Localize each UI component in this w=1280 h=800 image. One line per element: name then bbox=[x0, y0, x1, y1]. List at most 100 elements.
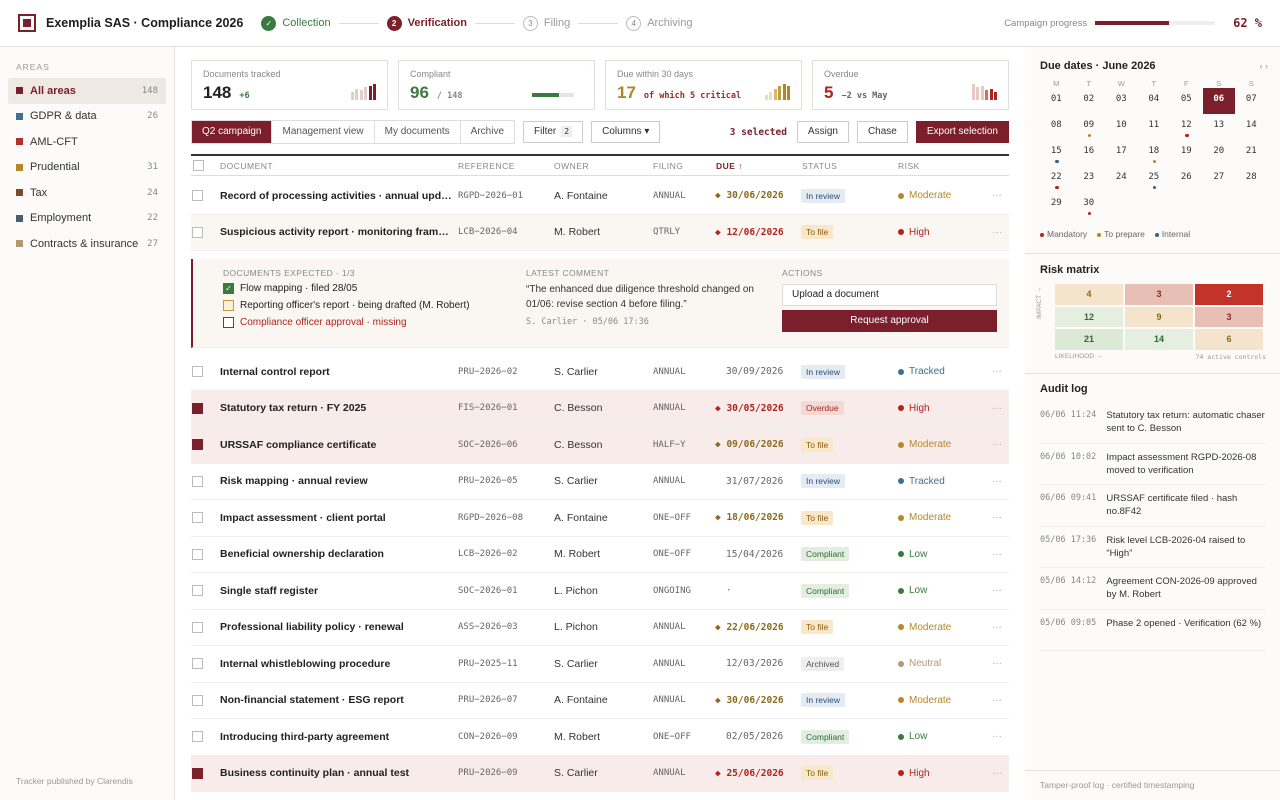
table-row[interactable]: Risk mapping · annual review PRU−2026−05 S… bbox=[191, 464, 1009, 500]
table-row[interactable]: Internal control report PRU−2026−02 S. Car… bbox=[191, 354, 1009, 391]
row-checkbox[interactable] bbox=[192, 366, 203, 378]
more-actions-icon[interactable]: ··· bbox=[992, 549, 1002, 560]
calendar-day[interactable]: 26 bbox=[1170, 166, 1203, 192]
document-name[interactable]: Risk mapping · annual review bbox=[220, 475, 452, 487]
assign-button[interactable]: Assign bbox=[796, 121, 849, 143]
row-checkbox[interactable] bbox=[192, 439, 203, 451]
request-approval-button[interactable]: Request approval bbox=[782, 310, 997, 332]
col-owner[interactable]: OWNER bbox=[554, 161, 589, 171]
tab-management-view[interactable]: Management view bbox=[272, 121, 375, 143]
filter-button[interactable]: Filter 2 bbox=[523, 121, 584, 143]
export-selection-button[interactable]: Export selection bbox=[915, 121, 1009, 143]
more-actions-icon[interactable]: ··· bbox=[992, 227, 1002, 238]
calendar-day[interactable]: 01 bbox=[1040, 88, 1073, 114]
tab-my-documents[interactable]: My documents bbox=[375, 121, 461, 143]
document-name[interactable]: Professional liability policy · renewal bbox=[220, 621, 452, 633]
doc-state-checkbox[interactable] bbox=[223, 317, 234, 328]
document-name[interactable]: Non-financial statement · ESG report bbox=[220, 694, 452, 706]
document-name[interactable]: Beneficial ownership declaration bbox=[220, 548, 452, 560]
document-name[interactable]: Internal control report bbox=[220, 366, 452, 378]
upload-document-button[interactable]: Upload a document bbox=[782, 284, 997, 306]
more-actions-icon[interactable]: ··· bbox=[992, 512, 1002, 523]
col-due[interactable]: DUE ↑ bbox=[716, 161, 743, 171]
row-checkbox[interactable] bbox=[192, 621, 203, 633]
matrix-cell[interactable]: 14 bbox=[1125, 329, 1193, 350]
more-actions-icon[interactable]: ··· bbox=[992, 585, 1002, 596]
more-actions-icon[interactable]: ··· bbox=[992, 768, 1002, 779]
row-checkbox[interactable] bbox=[192, 585, 203, 597]
calendar-day[interactable]: 04 bbox=[1138, 88, 1171, 114]
more-actions-icon[interactable]: ··· bbox=[992, 476, 1002, 487]
table-row[interactable]: Statutory tax return · FY 2025 FIS−2026−0… bbox=[191, 390, 1009, 427]
col-reference[interactable]: REFERENCE bbox=[458, 161, 515, 171]
table-row[interactable]: Beneficial ownership declaration LCB−2026… bbox=[191, 537, 1009, 573]
document-name[interactable]: Business continuity plan · annual test bbox=[220, 767, 452, 779]
doc-state-checkbox[interactable]: ✓ bbox=[223, 283, 234, 294]
calendar-day[interactable]: 10 bbox=[1105, 114, 1138, 140]
sidebar-item-all-areas[interactable]: All areas 148 bbox=[8, 78, 166, 104]
table-row[interactable]: Suspicious activity report · monitoring … bbox=[191, 214, 1009, 251]
row-checkbox[interactable] bbox=[192, 694, 203, 706]
row-checkbox[interactable] bbox=[192, 402, 203, 414]
sidebar-item-gdpr-data[interactable]: GDPR & data 26 bbox=[8, 104, 166, 130]
sidebar-item-aml-cft[interactable]: AML-CFT bbox=[8, 129, 166, 155]
table-row[interactable]: Introducing third-party agreement CON−202… bbox=[191, 719, 1009, 756]
document-name[interactable]: URSSAF compliance certificate bbox=[220, 439, 452, 451]
col-document[interactable]: DOCUMENT bbox=[220, 161, 273, 171]
calendar-day[interactable]: 24 bbox=[1105, 166, 1138, 192]
col-risk[interactable]: RISK bbox=[898, 161, 920, 171]
calendar-day[interactable]: 21 bbox=[1235, 140, 1268, 166]
expected-doc-item[interactable]: Compliance officer approval · missing bbox=[223, 317, 407, 328]
matrix-cell[interactable]: 6 bbox=[1195, 329, 1263, 350]
table-row[interactable]: Business continuity plan · annual test PR… bbox=[191, 755, 1009, 792]
sidebar-item-employment[interactable]: Employment 22 bbox=[8, 206, 166, 232]
matrix-cell[interactable]: 3 bbox=[1195, 306, 1263, 327]
expected-doc-item[interactable]: Reporting officer's report · being draft… bbox=[223, 300, 470, 311]
table-row[interactable]: Single staff register SOC−2026−01 L. Picho… bbox=[191, 573, 1009, 610]
calendar-day[interactable]: 02 bbox=[1073, 88, 1106, 114]
matrix-cell[interactable]: 21 bbox=[1055, 329, 1123, 350]
calendar-day[interactable]: 05 bbox=[1170, 88, 1203, 114]
more-actions-icon[interactable]: ··· bbox=[992, 731, 1002, 742]
document-name[interactable]: Statutory tax return · FY 2025 bbox=[220, 402, 452, 414]
table-row[interactable]: Internal whistleblowing procedure PRU−202… bbox=[191, 646, 1009, 683]
calendar-day[interactable]: 18 bbox=[1138, 140, 1171, 166]
table-row[interactable]: Professional liability policy · renewal A… bbox=[191, 610, 1009, 646]
doc-state-checkbox[interactable] bbox=[223, 300, 234, 311]
calendar-day[interactable]: 03 bbox=[1105, 88, 1138, 114]
calendar-day[interactable]: 28 bbox=[1235, 166, 1268, 192]
calendar-day[interactable]: 17 bbox=[1105, 140, 1138, 166]
row-checkbox[interactable] bbox=[192, 767, 203, 779]
table-row[interactable]: Non-financial statement · ESG report PRU−… bbox=[191, 683, 1009, 719]
calendar-day[interactable]: 27 bbox=[1203, 166, 1236, 192]
calendar-day[interactable]: 16 bbox=[1073, 140, 1106, 166]
tab-archive[interactable]: Archive bbox=[461, 121, 514, 143]
more-actions-icon[interactable]: ··· bbox=[992, 403, 1002, 414]
matrix-cell[interactable]: 9 bbox=[1125, 306, 1193, 327]
row-checkbox[interactable] bbox=[192, 731, 203, 743]
matrix-cell[interactable]: 12 bbox=[1055, 306, 1123, 327]
more-actions-icon[interactable]: ··· bbox=[992, 622, 1002, 633]
matrix-cell[interactable]: 2 bbox=[1195, 284, 1263, 305]
more-actions-icon[interactable]: ··· bbox=[992, 366, 1002, 377]
calendar-day[interactable]: 11 bbox=[1138, 114, 1171, 140]
document-name[interactable]: Internal whistleblowing procedure bbox=[220, 658, 452, 670]
sidebar-item-prudential[interactable]: Prudential 31 bbox=[8, 155, 166, 181]
step-1[interactable]: ✓ Collection bbox=[261, 15, 331, 31]
calendar-nav[interactable]: ‹ › bbox=[1260, 61, 1269, 71]
step-2[interactable]: 2 Verification bbox=[386, 15, 467, 31]
calendar-day[interactable]: 30 bbox=[1073, 192, 1106, 218]
row-checkbox[interactable] bbox=[192, 548, 203, 560]
document-name[interactable]: Record of processing activities · annual… bbox=[220, 190, 452, 202]
table-row[interactable]: Record of processing activities · annual… bbox=[191, 178, 1009, 215]
calendar-day[interactable]: 19 bbox=[1170, 140, 1203, 166]
calendar-day[interactable]: 13 bbox=[1203, 114, 1236, 140]
calendar-day[interactable]: 08 bbox=[1040, 114, 1073, 140]
calendar-day[interactable]: 15 bbox=[1040, 140, 1073, 166]
matrix-cell[interactable]: 3 bbox=[1125, 284, 1193, 305]
more-actions-icon[interactable]: ··· bbox=[992, 439, 1002, 450]
more-actions-icon[interactable]: ··· bbox=[992, 695, 1002, 706]
step-3[interactable]: 3 Filing bbox=[522, 15, 570, 31]
more-actions-icon[interactable]: ··· bbox=[992, 190, 1002, 201]
calendar-day[interactable]: 22 bbox=[1040, 166, 1073, 192]
